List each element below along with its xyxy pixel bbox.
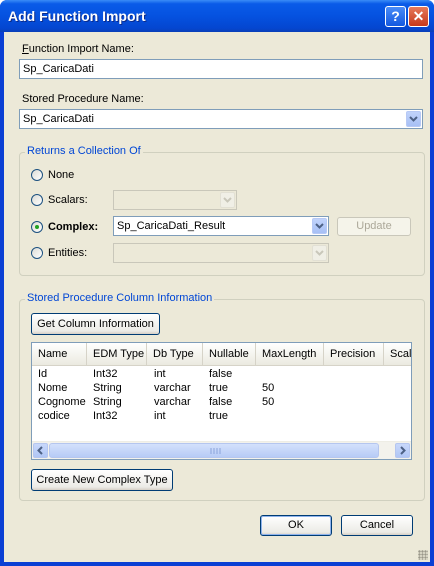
chevron-right-icon: [400, 446, 406, 455]
chevron-left-icon: [37, 446, 43, 455]
update-button[interactable]: Update: [337, 217, 411, 236]
stored-procedure-dropdown-button[interactable]: [406, 111, 421, 127]
col-header-maxlength[interactable]: MaxLength: [256, 343, 324, 365]
dialog-body: Function Import Name: Sp_CaricaDati Stor…: [4, 32, 430, 562]
cell-db-type: varchar: [154, 396, 191, 408]
complex-radio[interactable]: [31, 221, 43, 233]
entities-dropdown-button[interactable]: [312, 245, 327, 261]
cancel-button[interactable]: Cancel: [341, 515, 413, 536]
scalars-combo[interactable]: [113, 190, 237, 210]
scroll-thumb[interactable]: [49, 443, 379, 458]
cell-db-type: int: [154, 368, 166, 380]
cell-nullable: false: [209, 368, 233, 380]
entities-radio[interactable]: [31, 247, 43, 259]
col-header-edm-type[interactable]: EDM Type: [87, 343, 147, 365]
col-header-name[interactable]: Name: [32, 343, 87, 365]
col-header-scale[interactable]: Scal: [384, 343, 411, 365]
cell-edm-type: String: [93, 396, 122, 408]
ok-button[interactable]: OK: [260, 515, 332, 536]
grid-header: Name EDM Type Db Type Nullable MaxLength…: [32, 343, 411, 366]
scalars-radio[interactable]: [31, 194, 43, 206]
column-info-group-title: Stored Procedure Column Information: [25, 292, 215, 304]
cell-nullable: true: [209, 410, 228, 422]
complex-label: Complex:: [48, 221, 99, 233]
chevron-down-icon: [409, 116, 418, 122]
function-import-name-input[interactable]: Sp_CaricaDati: [19, 59, 423, 79]
scroll-left-arrow[interactable]: [33, 443, 48, 458]
complex-dropdown-button[interactable]: [312, 218, 327, 234]
stored-procedure-value: Sp_CaricaDati: [23, 113, 94, 125]
col-header-precision[interactable]: Precision: [324, 343, 384, 365]
stored-procedure-name-label: Stored Procedure Name:: [22, 93, 144, 105]
scalars-label: Scalars:: [48, 194, 88, 206]
dialog-title: Add Function Import: [8, 8, 146, 24]
title-bar[interactable]: Add Function Import ? ✕: [0, 0, 434, 32]
col-header-db-type[interactable]: Db Type: [147, 343, 203, 365]
cell-name: codice: [38, 410, 70, 422]
chevron-down-icon: [223, 197, 232, 203]
cell-db-type: varchar: [154, 382, 191, 394]
get-column-information-button[interactable]: Get Column Information: [31, 313, 160, 335]
resize-grip-icon[interactable]: [418, 550, 428, 560]
none-label: None: [48, 169, 75, 181]
function-import-name-label: Function Import Name:: [22, 43, 134, 55]
function-import-name-label-text: unction Import Name:: [28, 43, 134, 55]
cell-name: Nome: [38, 382, 68, 394]
scroll-right-arrow[interactable]: [395, 443, 410, 458]
grip-lines-icon: [210, 448, 221, 454]
add-function-import-dialog: Add Function Import ? ✕ Function Import …: [0, 0, 434, 566]
cell-db-type: int: [154, 410, 166, 422]
cell-nullable: true: [209, 382, 228, 394]
cell-name: Cognome: [38, 396, 86, 408]
selected-dot: [35, 225, 39, 229]
cell-edm-type: String: [93, 382, 122, 394]
cell-edm-type: Int32: [93, 368, 118, 380]
close-button[interactable]: ✕: [408, 6, 429, 27]
cell-nullable: false: [209, 396, 233, 408]
columns-grid[interactable]: Name EDM Type Db Type Nullable MaxLength…: [31, 342, 412, 460]
create-new-complex-type-button[interactable]: Create New Complex Type: [31, 469, 173, 491]
cell-maxlength: 50: [262, 396, 275, 408]
horizontal-scrollbar[interactable]: [32, 441, 411, 459]
complex-combo[interactable]: Sp_CaricaDati_Result: [113, 216, 329, 236]
cell-maxlength: 50: [262, 382, 275, 394]
none-radio[interactable]: [31, 169, 43, 181]
help-button[interactable]: ?: [385, 6, 406, 27]
complex-value: Sp_CaricaDati_Result: [117, 220, 226, 232]
returns-group-title: Returns a Collection Of: [25, 145, 143, 157]
entities-label: Entities:: [48, 247, 88, 259]
chevron-down-icon: [315, 250, 324, 256]
col-header-nullable[interactable]: Nullable: [203, 343, 256, 365]
scalars-dropdown-button[interactable]: [220, 192, 235, 208]
stored-procedure-combo[interactable]: Sp_CaricaDati: [19, 109, 423, 129]
cell-edm-type: Int32: [93, 410, 118, 422]
cell-name: Id: [38, 368, 48, 380]
chevron-down-icon: [315, 223, 324, 229]
entities-combo[interactable]: [113, 243, 329, 263]
